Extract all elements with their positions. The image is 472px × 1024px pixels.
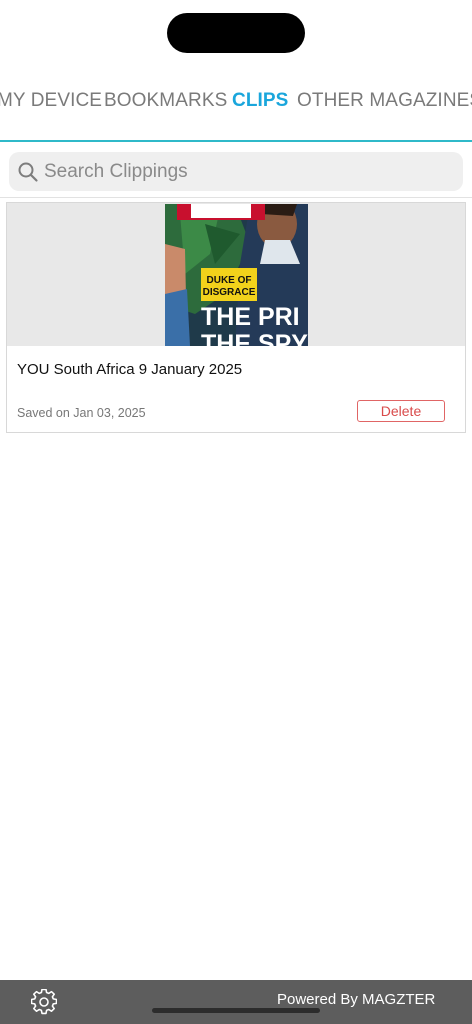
tab-divider (0, 140, 472, 142)
gear-icon[interactable] (31, 989, 57, 1015)
powered-by-label: Powered By MAGZTER (277, 991, 436, 1008)
tab-other-magazines[interactable]: OTHER MAGAZINES (297, 90, 472, 112)
footer-bar: Powered By MAGZTER (0, 980, 472, 1024)
search-icon (18, 162, 38, 182)
tab-bar: MY DEVICE BOOKMARKS CLIPS OTHER MAGAZINE… (0, 84, 472, 118)
clip-saved-date: Saved on Jan 03, 2025 (17, 406, 146, 420)
delete-button[interactable]: Delete (357, 400, 445, 422)
tab-clips[interactable]: CLIPS (232, 90, 288, 112)
search-input[interactable] (44, 152, 444, 191)
cover-badge-line2: DISGRACE (203, 287, 256, 298)
cover-badge-line1: DUKE OF (207, 275, 252, 286)
clip-image-area[interactable]: DUKE OF DISGRACE THE PRI THE SPY (7, 203, 465, 346)
tab-my-device[interactable]: MY DEVICE (0, 90, 102, 112)
clip-card[interactable]: DUKE OF DISGRACE THE PRI THE SPY YOU Sou… (6, 202, 466, 433)
clip-title[interactable]: YOU South Africa 9 January 2025 (17, 361, 242, 378)
magazine-cover-image[interactable]: DUKE OF DISGRACE THE PRI THE SPY (165, 204, 308, 346)
cover-headline-line1: THE PRI (201, 303, 300, 331)
tab-bookmarks[interactable]: BOOKMARKS (104, 90, 227, 112)
cover-headline-line2: THE SPY (201, 330, 308, 346)
search-bar[interactable] (9, 152, 463, 191)
home-indicator (152, 1008, 320, 1013)
dynamic-island (167, 13, 305, 53)
divider (0, 197, 472, 198)
screen: MY DEVICE BOOKMARKS CLIPS OTHER MAGAZINE… (0, 0, 472, 1024)
